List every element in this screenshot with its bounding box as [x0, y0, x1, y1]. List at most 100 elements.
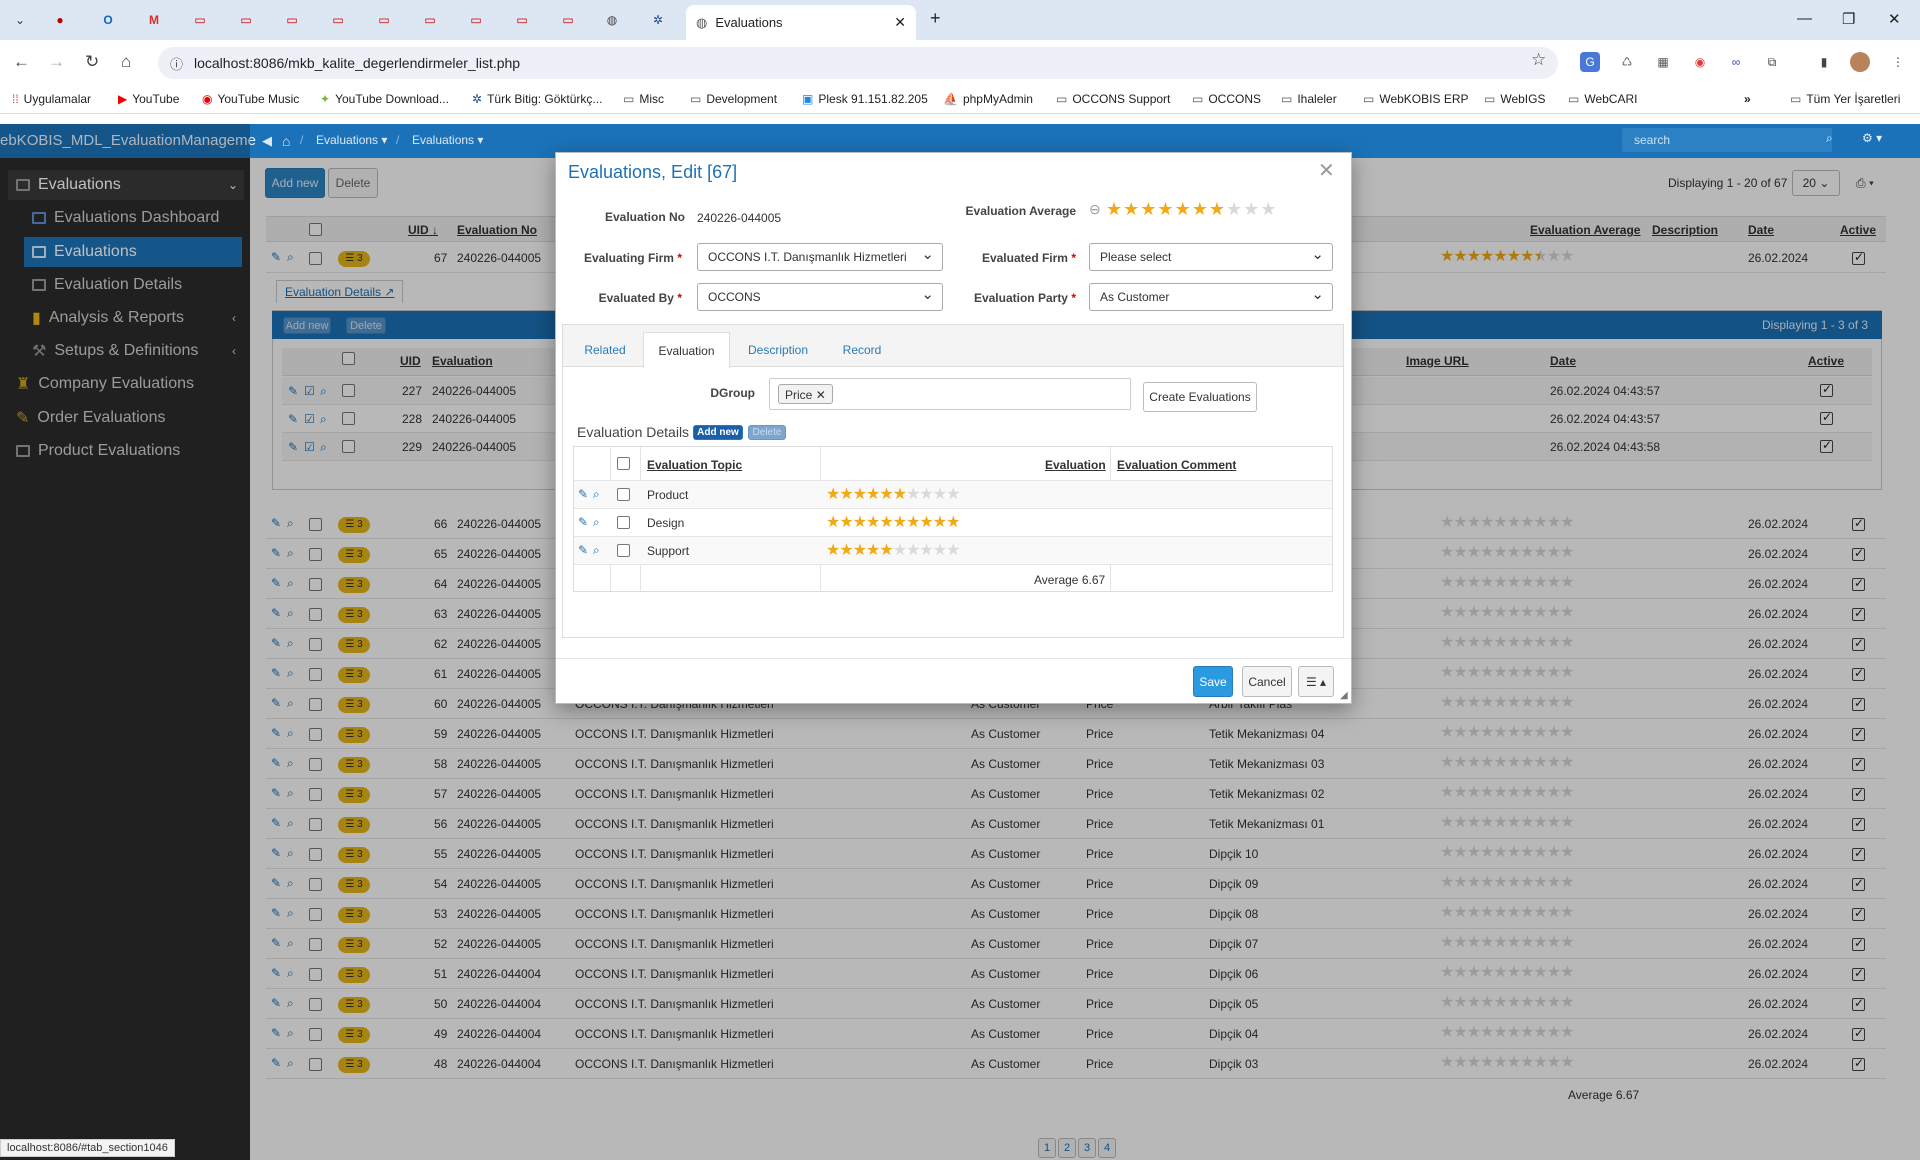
- tab-description[interactable]: Description: [736, 332, 820, 368]
- view-icon[interactable]: ⌕: [593, 487, 600, 502]
- profile-avatar[interactable]: [1850, 52, 1870, 72]
- bookmark-plesk[interactable]: ▣ Plesk 91.151.82.205: [802, 92, 928, 106]
- side-panel-icon[interactable]: ▮: [1814, 52, 1834, 72]
- site-info-icon[interactable]: ⓘ: [170, 54, 183, 73]
- column-evaluation-comment[interactable]: Evaluation Comment: [1117, 458, 1236, 472]
- details-table-row[interactable]: ✎ ⌕ Design ★★★★★★★★★★: [574, 509, 1332, 537]
- tab-gmail-icon[interactable]: M: [142, 8, 166, 32]
- evaluated-firm-select[interactable]: Please select: [1089, 243, 1333, 271]
- tab-favicon[interactable]: ●: [48, 8, 72, 32]
- bookmarks-overflow[interactable]: »: [1744, 92, 1751, 106]
- details-row-checkbox[interactable]: [617, 516, 630, 529]
- bookmark-youtube[interactable]: ▶ YouTube: [118, 92, 179, 106]
- bookmark-youtube-download[interactable]: ✦ YouTube Download...: [320, 92, 449, 106]
- evaluated-by-select[interactable]: OCCONS: [697, 283, 943, 311]
- details-table-row[interactable]: ✎ ⌕ Support ★★★★★★★★★★: [574, 537, 1332, 565]
- home-icon[interactable]: ⌂: [121, 52, 131, 72]
- restore-icon[interactable]: ❐: [1842, 10, 1855, 28]
- home-icon[interactable]: ⌂: [282, 133, 290, 149]
- dgroup-tag[interactable]: Price ✕: [778, 384, 833, 404]
- evaluation-stars[interactable]: ★★★★★★★★★★: [826, 487, 960, 503]
- forward-icon[interactable]: →: [48, 52, 65, 72]
- extensions-puzzle-icon[interactable]: ⧉: [1762, 52, 1782, 72]
- translate-extension-icon[interactable]: G: [1580, 52, 1600, 72]
- evaluating-firm-select[interactable]: OCCONS I.T. Danışmanlık Hizmetleri: [697, 243, 943, 271]
- evaluation-stars[interactable]: ★★★★★★★★★★: [826, 515, 960, 531]
- breadcrumb-evaluations-2[interactable]: Evaluations ▾: [412, 133, 483, 147]
- bookmark-phpmyadmin[interactable]: ⛵ phpMyAdmin: [943, 92, 1033, 106]
- back-icon[interactable]: ←: [13, 52, 30, 72]
- details-select-all-checkbox[interactable]: [617, 457, 630, 470]
- bookmark-ihaleler[interactable]: ▭ Ihaleler: [1281, 92, 1337, 106]
- bookmark-misc[interactable]: ▭ Misc: [623, 92, 664, 106]
- tab-active[interactable]: ◍ Evaluations ✕: [686, 5, 916, 40]
- breadcrumb-evaluations[interactable]: Evaluations ▾: [316, 133, 387, 147]
- evaluation-stars[interactable]: ★★★★★★★★★★: [826, 543, 960, 559]
- tab-page-icon[interactable]: ▭: [372, 8, 396, 32]
- details-add-new-button[interactable]: Add new: [693, 425, 743, 440]
- tab-app-icon[interactable]: ✲: [646, 8, 670, 32]
- link-extension-icon[interactable]: ∞: [1726, 52, 1746, 72]
- bookmark-development[interactable]: ▭ Development: [690, 92, 777, 106]
- settings-gear-icon[interactable]: ⚙ ▾: [1862, 131, 1882, 145]
- bookmark-occons-support[interactable]: ▭ OCCONS Support: [1056, 92, 1170, 106]
- tab-evaluation[interactable]: Evaluation: [643, 332, 730, 368]
- edit-icon[interactable]: ✎: [578, 487, 588, 501]
- code-extension-icon[interactable]: ▦: [1653, 52, 1673, 72]
- bookmark-webkobis-erp[interactable]: ▭ WebKOBIS ERP: [1363, 92, 1469, 106]
- bookmark-youtube-music[interactable]: ◉ YouTube Music: [202, 92, 299, 106]
- new-tab-button[interactable]: +: [930, 8, 941, 29]
- evaluation-average-stars[interactable]: ★★★★★★★★★★: [1106, 200, 1277, 218]
- cancel-button[interactable]: Cancel: [1242, 666, 1292, 697]
- tab-page-icon[interactable]: ▭: [234, 8, 258, 32]
- tab-page-icon[interactable]: ▭: [418, 8, 442, 32]
- minimize-icon[interactable]: —: [1797, 10, 1812, 27]
- details-table-row[interactable]: ✎ ⌕ Product ★★★★★★★★★★: [574, 481, 1332, 509]
- bookmark-turk-bitig[interactable]: ✲ Türk Bitig: Göktürkç...: [472, 92, 602, 106]
- details-row-checkbox[interactable]: [617, 488, 630, 501]
- search-icon[interactable]: ⌕: [1826, 131, 1833, 146]
- details-delete-button[interactable]: Delete: [748, 425, 786, 440]
- tab-page-icon[interactable]: ▭: [326, 8, 350, 32]
- browser-menu-icon[interactable]: ⋮: [1888, 52, 1908, 72]
- search-input[interactable]: search: [1622, 128, 1832, 152]
- tab-page-icon[interactable]: ▭: [280, 8, 304, 32]
- tab-page-icon[interactable]: ▭: [188, 8, 212, 32]
- bookmark-star-icon[interactable]: ☆: [1531, 50, 1546, 70]
- recycle-extension-icon[interactable]: ♺: [1617, 52, 1637, 72]
- bookmark-apps[interactable]: ⁞⁞ Uygulamalar: [12, 92, 91, 106]
- save-button[interactable]: Save: [1193, 666, 1233, 697]
- close-tab-icon[interactable]: ✕: [894, 14, 906, 31]
- column-evaluation-topic[interactable]: Evaluation Topic: [647, 458, 742, 472]
- more-options-icon[interactable]: ☰ ▴: [1298, 666, 1334, 697]
- url-field[interactable]: ⓘ localhost:8086/mkb_kalite_degerlendirm…: [158, 47, 1558, 79]
- tab-outlook-icon[interactable]: O: [96, 8, 120, 32]
- bookmark-occons[interactable]: ▭ OCCONS: [1192, 92, 1261, 106]
- reset-rating-icon[interactable]: ⊖: [1089, 201, 1101, 218]
- tab-page-icon[interactable]: ▭: [510, 8, 534, 32]
- view-icon[interactable]: ⌕: [593, 543, 600, 558]
- reload-icon[interactable]: ↻: [85, 52, 99, 72]
- bookmark-webcari[interactable]: ▭ WebCARI: [1568, 92, 1637, 106]
- close-window-icon[interactable]: ✕: [1888, 10, 1901, 28]
- view-icon[interactable]: ⌕: [593, 515, 600, 530]
- tab-globe-icon[interactable]: ◍: [600, 8, 624, 32]
- tab-related[interactable]: Related: [570, 332, 640, 368]
- tab-record[interactable]: Record: [826, 332, 898, 368]
- resize-handle-icon[interactable]: ◢: [1340, 690, 1348, 701]
- close-icon[interactable]: ✕: [1318, 158, 1335, 183]
- evaluation-party-select[interactable]: As Customer: [1089, 283, 1333, 311]
- bookmark-all[interactable]: ▭ Tüm Yer İşaretleri: [1790, 92, 1900, 106]
- column-evaluation[interactable]: Evaluation: [1045, 458, 1106, 472]
- edit-icon[interactable]: ✎: [578, 515, 588, 529]
- color-extension-icon[interactable]: ◉: [1690, 52, 1710, 72]
- tab-search-icon[interactable]: ⌄: [8, 8, 32, 32]
- tab-page-icon[interactable]: ▭: [556, 8, 580, 32]
- edit-icon[interactable]: ✎: [578, 543, 588, 557]
- details-row-checkbox[interactable]: [617, 544, 630, 557]
- sidebar-toggle-icon[interactable]: ◀: [262, 133, 272, 149]
- tab-page-icon[interactable]: ▭: [464, 8, 488, 32]
- bookmark-webigs[interactable]: ▭ WebIGS: [1484, 92, 1545, 106]
- remove-tag-icon[interactable]: ✕: [816, 388, 826, 402]
- create-evaluations-button[interactable]: Create Evaluations: [1143, 382, 1257, 412]
